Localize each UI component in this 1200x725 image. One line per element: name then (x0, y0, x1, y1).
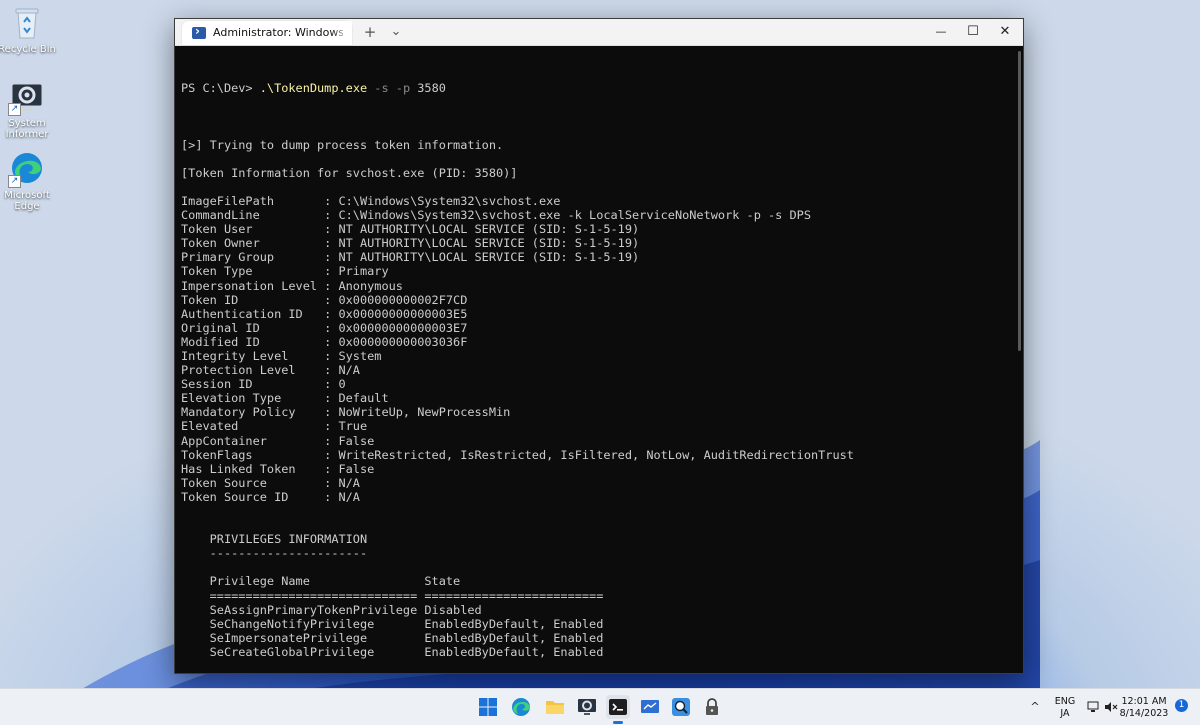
language-code: ENG (1054, 696, 1076, 707)
system-informer-icon: ↗ (8, 78, 46, 116)
desktop-icon-label: Microsoft Edge (4, 190, 50, 212)
desktop-icon-label: System Informer (5, 118, 49, 140)
clock-date: 8/14/2023 (1119, 708, 1169, 719)
language-indicator[interactable]: ENG JA (1050, 696, 1080, 720)
taskbar-file-explorer[interactable] (543, 695, 567, 719)
edge-icon (512, 698, 530, 716)
edge-icon: ↗ (8, 150, 46, 188)
console-line: SeCreateGlobalPrivilege EnabledByDefault… (181, 644, 604, 659)
console-line: Modified ID : 0x000000000003036F (181, 334, 468, 349)
taskbar-edge[interactable] (509, 695, 533, 719)
desktop-icon-recycle-bin[interactable]: Recycle Bin (0, 4, 58, 55)
minimize-button[interactable]: — (925, 19, 957, 45)
console-line: Privilege Name State (181, 574, 461, 589)
console-line: PRIVILEGES INFORMATION (181, 532, 368, 547)
console-line: Protection Level : N/A (181, 363, 360, 378)
start-button[interactable] (476, 695, 500, 719)
terminal-tab[interactable]: Administrator: Windows PowerS (182, 21, 352, 45)
console-line: Token Owner : NT AUTHORITY\LOCAL SERVICE… (181, 236, 640, 251)
tray-overflow-chevron[interactable]: ^ (1028, 700, 1042, 714)
command-line: PS C:\Dev> .\TokenDump.exe -s -p 3580 (181, 81, 1001, 95)
system-informer-icon (578, 699, 596, 715)
console-line: Session ID : 0 (181, 377, 346, 392)
console-line: Original ID : 0x00000000000003E7 (181, 320, 468, 335)
command-flag: -p (388, 81, 411, 96)
console-line: Elevated : True (181, 419, 368, 434)
console-line: Mandatory Policy : NoWriteUp, NewProcess… (181, 405, 511, 420)
terminal-window: Administrator: Windows PowerS + ⌄ — ☐ ✕ … (174, 18, 1024, 674)
taskbar-terminal[interactable] (606, 695, 630, 719)
tab-title: Administrator: Windows PowerS (213, 26, 343, 39)
clock-time: 12:01 AM (1121, 696, 1167, 707)
console-line: CommandLine : C:\Windows\System32\svchos… (181, 208, 811, 223)
console-line: Has Linked Token : False (181, 461, 375, 476)
notification-badge[interactable]: 1 (1175, 699, 1188, 712)
taskbar-remote-desktop[interactable] (638, 695, 662, 719)
console-line: Token Source ID : N/A (181, 489, 360, 504)
console-line: Token ID : 0x000000000002F7CD (181, 292, 468, 307)
console-line: [>] Trying to dump process token informa… (181, 137, 504, 152)
lock-icon (706, 698, 718, 715)
taskbar: ^ ENG JA 12:01 AM 8/14/2023 (0, 688, 1200, 725)
network-icon[interactable] (1087, 700, 1101, 714)
remote-desktop-icon (641, 700, 659, 713)
console-line: TokenFlags : WriteRestricted, IsRestrict… (181, 447, 854, 462)
close-button[interactable]: ✕ (989, 19, 1021, 45)
console-line: SeImpersonatePrivilege EnabledByDefault,… (181, 630, 604, 645)
console-line: Token User : NT AUTHORITY\LOCAL SERVICE … (181, 222, 640, 237)
console-line: Integrity Level : System (181, 348, 382, 363)
console-line: SeChangeNotifyPrivilege EnabledByDefault… (181, 616, 604, 631)
prompt: PS C:\Dev> (181, 81, 260, 96)
tab-dropdown-button[interactable]: ⌄ (379, 19, 413, 45)
shortcut-arrow-icon: ↗ (8, 175, 21, 188)
powershell-icon (192, 24, 206, 39)
magnifier-icon (672, 698, 690, 716)
recycle-bin-icon (8, 4, 46, 42)
console-line: Primary Group : NT AUTHORITY\LOCAL SERVI… (181, 250, 640, 265)
windows-logo-icon (479, 698, 497, 716)
command-argument: 3580 (410, 81, 446, 96)
command-executable: .\TokenDump.exe (259, 81, 368, 96)
console-line: [Token Information for svchost.exe (PID:… (181, 165, 518, 180)
desktop-icon-label: Recycle Bin (0, 44, 56, 55)
terminal-icon (609, 699, 627, 715)
console-line: Token Source : N/A (181, 475, 360, 490)
input-method: JA (1060, 708, 1070, 719)
desktop-icon-system-informer[interactable]: ↗ System Informer (0, 78, 58, 140)
console-line: ImageFilePath : C:\Windows\System32\svch… (181, 193, 561, 208)
console-line: Authentication ID : 0x00000000000003E5 (181, 306, 468, 321)
taskbar-lock-app[interactable] (700, 695, 724, 719)
scrollbar[interactable] (1018, 51, 1021, 351)
console-line: Impersonation Level : Anonymous (181, 278, 403, 293)
clock[interactable]: 12:01 AM 8/14/2023 (1118, 696, 1170, 720)
console-line: ============================= ==========… (181, 588, 604, 603)
taskbar-system-informer[interactable] (575, 695, 599, 719)
console-line: SeAssignPrimaryTokenPrivilege Disabled (181, 602, 482, 617)
shortcut-arrow-icon: ↗ (8, 103, 21, 116)
console-line: AppContainer : False (181, 433, 375, 448)
taskbar-search-tool[interactable] (669, 695, 693, 719)
folder-icon (546, 701, 564, 714)
command-flag: -s (367, 81, 389, 96)
console-line: Elevation Type : Default (181, 391, 389, 406)
maximize-button[interactable]: ☐ (957, 19, 989, 45)
console-line: Token Type : Primary (181, 264, 389, 279)
console-line: ---------------------- (181, 546, 368, 561)
console-output[interactable]: PS C:\Dev> .\TokenDump.exe -s -p 3580 [>… (181, 53, 1001, 669)
volume-muted-icon[interactable] (1104, 700, 1118, 714)
desktop-icon-edge[interactable]: ↗ Microsoft Edge (0, 150, 58, 212)
title-bar[interactable]: Administrator: Windows PowerS + ⌄ — ☐ ✕ (175, 19, 1023, 46)
